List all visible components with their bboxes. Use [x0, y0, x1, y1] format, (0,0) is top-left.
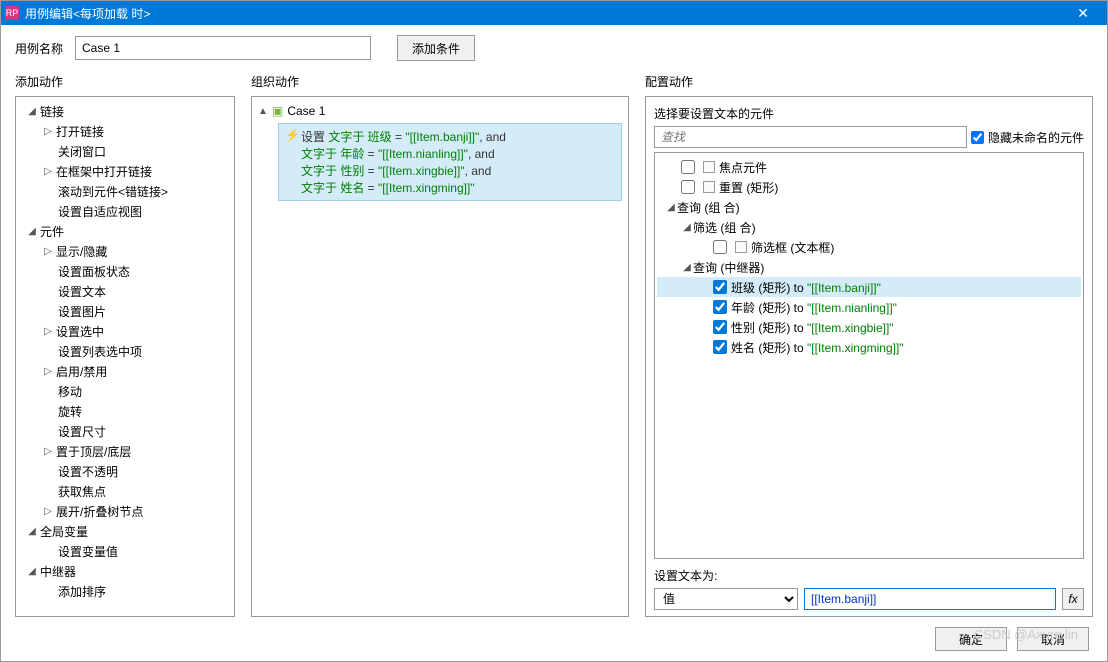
tree-item[interactable]: ▷设置选中 — [18, 321, 232, 341]
element-node[interactable]: 年龄 (矩形) to "[[Item.nianling]]" — [657, 297, 1081, 317]
titlebar: RP 用例编辑<每项加载 时> ✕ — [1, 1, 1107, 25]
tree-item[interactable]: 旋转 — [18, 401, 232, 421]
app-icon: RP — [5, 6, 19, 20]
tree-item[interactable]: 设置列表选中项 — [18, 341, 232, 361]
caret-icon[interactable]: ◢ — [665, 202, 677, 213]
case-panel: ▲ ▣ Case 1 ⚡设置 文字于 班级 = "[[Item.banji]]"… — [251, 96, 629, 617]
case-action[interactable]: ⚡设置 文字于 班级 = "[[Item.banji]]", and文字于 年龄… — [278, 123, 622, 201]
tree-item[interactable]: ▷置于顶层/底层 — [18, 441, 232, 461]
hide-unnamed-label: 隐藏未命名的元件 — [988, 129, 1084, 146]
caret-right-icon[interactable]: ▷ — [42, 446, 54, 457]
caret-right-icon[interactable]: ▷ — [42, 326, 54, 337]
top-row: 用例名称 添加条件 — [1, 25, 1107, 69]
case-name-text: Case 1 — [287, 104, 325, 118]
value-type-select[interactable]: 值 — [654, 588, 798, 610]
search-input[interactable] — [654, 126, 967, 148]
caret-down-icon[interactable]: ▲ — [258, 106, 268, 117]
caret-icon[interactable]: ◢ — [26, 566, 38, 577]
hide-unnamed-checkbox[interactable] — [971, 131, 984, 144]
organize-header: 组织动作 — [251, 69, 629, 96]
element-node[interactable]: 筛选框 (文本框) — [657, 237, 1081, 257]
element-node[interactable]: ◢查询 (中继器) — [657, 257, 1081, 277]
caret-right-icon[interactable]: ▷ — [42, 506, 54, 517]
element-node[interactable]: 焦点元件 — [657, 157, 1081, 177]
tree-item[interactable]: 获取焦点 — [18, 481, 232, 501]
tree-group[interactable]: ◢链接 — [18, 101, 232, 121]
close-icon[interactable]: ✕ — [1063, 5, 1103, 22]
folder-icon: ▣ — [272, 104, 283, 118]
caret-right-icon[interactable]: ▷ — [42, 366, 54, 377]
bolt-icon: ⚡ — [285, 128, 297, 145]
tree-item[interactable]: 设置不透明 — [18, 461, 232, 481]
add-action-header: 添加动作 — [15, 69, 235, 96]
hide-unnamed-toggle[interactable]: 隐藏未命名的元件 — [971, 129, 1084, 146]
tree-item[interactable]: 设置面板状态 — [18, 261, 232, 281]
tree-item[interactable]: 设置变量值 — [18, 541, 232, 561]
case-name-input[interactable] — [75, 36, 371, 60]
select-element-label: 选择要设置文本的元件 — [654, 103, 1084, 126]
tree-item[interactable]: 设置自适应视图 — [18, 201, 232, 221]
set-text-label: 设置文本为: — [654, 567, 1084, 588]
tree-item[interactable]: ▷在框架中打开链接 — [18, 161, 232, 181]
caret-icon[interactable]: ◢ — [26, 226, 38, 237]
element-node[interactable]: 重置 (矩形) — [657, 177, 1081, 197]
ok-button[interactable]: 确定 — [935, 627, 1007, 651]
caret-right-icon[interactable]: ▷ — [42, 166, 54, 177]
caret-right-icon[interactable]: ▷ — [42, 246, 54, 257]
tree-item[interactable]: ▷展开/折叠树节点 — [18, 501, 232, 521]
tree-item[interactable]: 关闭窗口 — [18, 141, 232, 161]
value-input[interactable] — [804, 588, 1056, 610]
tree-group[interactable]: ◢中继器 — [18, 561, 232, 581]
element-node[interactable]: ◢查询 (组 合) — [657, 197, 1081, 217]
cancel-button[interactable]: 取消 — [1017, 627, 1089, 651]
tree-item[interactable]: 设置尺寸 — [18, 421, 232, 441]
tree-group[interactable]: ◢全局变量 — [18, 521, 232, 541]
configure-header: 配置动作 — [645, 69, 1093, 96]
add-condition-button[interactable]: 添加条件 — [397, 35, 475, 61]
action-tree[interactable]: ◢链接▷打开链接关闭窗口▷在框架中打开链接滚动到元件<错链接>设置自适应视图◢元… — [16, 97, 234, 616]
tree-item[interactable]: 设置图片 — [18, 301, 232, 321]
tree-item[interactable]: ▷启用/禁用 — [18, 361, 232, 381]
caret-icon[interactable]: ◢ — [681, 262, 693, 273]
tree-item[interactable]: 移动 — [18, 381, 232, 401]
tree-item[interactable]: ▷显示/隐藏 — [18, 241, 232, 261]
tree-group[interactable]: ◢元件 — [18, 221, 232, 241]
element-node[interactable]: 姓名 (矩形) to "[[Item.xingming]]" — [657, 337, 1081, 357]
caret-icon[interactable]: ◢ — [26, 106, 38, 117]
tree-item[interactable]: 设置文本 — [18, 281, 232, 301]
tree-item[interactable]: 添加排序 — [18, 581, 232, 601]
caret-icon[interactable]: ◢ — [681, 222, 693, 233]
caret-right-icon[interactable]: ▷ — [42, 126, 54, 137]
element-node[interactable]: 性别 (矩形) to "[[Item.xingbie]]" — [657, 317, 1081, 337]
element-node[interactable]: 班级 (矩形) to "[[Item.banji]]" — [657, 277, 1081, 297]
tree-item[interactable]: ▷打开链接 — [18, 121, 232, 141]
tree-item[interactable]: 滚动到元件<错链接> — [18, 181, 232, 201]
caret-icon[interactable]: ◢ — [26, 526, 38, 537]
case-name-label: 用例名称 — [15, 40, 63, 57]
fx-button[interactable]: fx — [1062, 588, 1084, 610]
case-row[interactable]: ▲ ▣ Case 1 — [254, 101, 626, 121]
element-tree[interactable]: 焦点元件重置 (矩形)◢查询 (组 合)◢筛选 (组 合)筛选框 (文本框)◢查… — [654, 152, 1084, 559]
element-node[interactable]: ◢筛选 (组 合) — [657, 217, 1081, 237]
window-title: 用例编辑<每项加载 时> — [25, 5, 1063, 22]
